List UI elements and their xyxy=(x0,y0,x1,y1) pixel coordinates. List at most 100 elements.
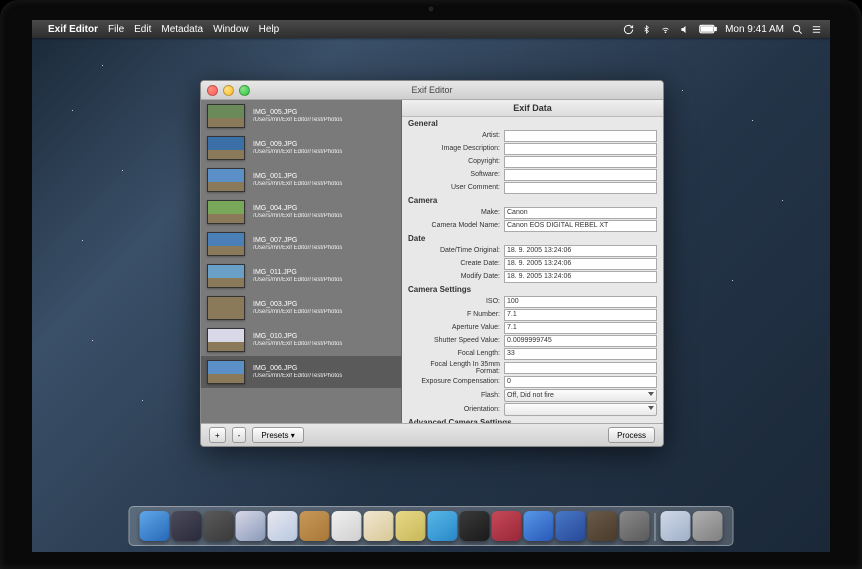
file-row[interactable]: IMG_006.JPG/Users/mn/Exif Editor/Test/Ph… xyxy=(201,356,401,388)
input-dt-original[interactable]: 18. 9. 2005 13:24:06 xyxy=(504,245,657,257)
zoom-button[interactable] xyxy=(239,85,250,96)
input-user-comment[interactable] xyxy=(504,182,657,194)
file-path: /Users/mn/Exif Editor/Test/Photos xyxy=(253,277,342,285)
file-sidebar[interactable]: IMG_005.JPG/Users/mn/Exif Editor/Test/Ph… xyxy=(201,100,402,423)
input-make[interactable]: Canon xyxy=(504,207,657,219)
input-iso[interactable]: 100 xyxy=(504,296,657,308)
file-row[interactable]: IMG_003.JPG/Users/mn/Exif Editor/Test/Ph… xyxy=(201,292,401,324)
dock-messages-icon[interactable] xyxy=(428,511,458,541)
input-create-date[interactable]: 18. 9. 2005 13:24:06 xyxy=(504,258,657,270)
file-info: IMG_005.JPG/Users/mn/Exif Editor/Test/Ph… xyxy=(253,108,342,125)
dock-safari-icon[interactable] xyxy=(236,511,266,541)
file-info: IMG_010.JPG/Users/mn/Exif Editor/Test/Ph… xyxy=(253,332,342,349)
dock-launchpad-icon[interactable] xyxy=(172,511,202,541)
input-aperture[interactable]: 7.1 xyxy=(504,322,657,334)
desktop[interactable]: Exif Editor File Edit Metadata Window He… xyxy=(32,20,830,552)
file-info: IMG_007.JPG/Users/mn/Exif Editor/Test/Ph… xyxy=(253,236,342,253)
file-row[interactable]: IMG_011.JPG/Users/mn/Exif Editor/Test/Ph… xyxy=(201,260,401,292)
file-row[interactable]: IMG_004.JPG/Users/mn/Exif Editor/Test/Ph… xyxy=(201,196,401,228)
dock-iphoto-icon[interactable] xyxy=(588,511,618,541)
dock-notes-icon[interactable] xyxy=(396,511,426,541)
menu-metadata[interactable]: Metadata xyxy=(161,24,203,35)
input-image-desc[interactable] xyxy=(504,143,657,155)
input-focal35[interactable] xyxy=(504,362,657,374)
dock-calendar-icon[interactable] xyxy=(332,511,362,541)
wifi-icon[interactable] xyxy=(659,24,672,34)
label-dt-original: Date/Time Original: xyxy=(408,247,500,254)
file-info: IMG_006.JPG/Users/mn/Exif Editor/Test/Ph… xyxy=(253,364,342,381)
file-thumbnail xyxy=(207,168,245,192)
input-copyright[interactable] xyxy=(504,156,657,168)
file-name: IMG_011.JPG xyxy=(253,268,342,277)
laptop-frame: Exif Editor File Edit Metadata Window He… xyxy=(0,0,862,569)
exif-detail-panel[interactable]: Exif Data General Artist: Image Descript… xyxy=(402,100,663,423)
file-name: IMG_010.JPG xyxy=(253,332,342,341)
menubar-clock[interactable]: Mon 9:41 AM xyxy=(725,24,784,35)
app-menu: Exif Editor File Edit Metadata Window He… xyxy=(48,24,279,35)
presets-button[interactable]: Presets ▾ xyxy=(252,427,303,443)
label-make: Make: xyxy=(408,209,500,216)
notification-center-icon[interactable] xyxy=(811,24,822,35)
titlebar[interactable]: Exif Editor xyxy=(201,81,663,100)
menu-file[interactable]: File xyxy=(108,24,124,35)
dock-trash-icon[interactable] xyxy=(693,511,723,541)
sync-icon[interactable] xyxy=(623,24,634,35)
select-flash[interactable]: Off, Did not fire xyxy=(504,389,657,402)
laptop-camera xyxy=(427,5,435,13)
dock-downloads-icon[interactable] xyxy=(661,511,691,541)
select-orientation[interactable] xyxy=(504,403,657,416)
volume-icon[interactable] xyxy=(680,24,691,35)
window-footer: + - Presets ▾ Process xyxy=(201,423,663,446)
battery-icon[interactable] xyxy=(699,24,717,34)
file-row[interactable]: IMG_005.JPG/Users/mn/Exif Editor/Test/Ph… xyxy=(201,100,401,132)
input-shutter[interactable]: 0.0099999745 xyxy=(504,335,657,347)
dock-reminders-icon[interactable] xyxy=(364,511,394,541)
dock-itunes-icon[interactable] xyxy=(524,511,554,541)
dock-photo-booth-icon[interactable] xyxy=(492,511,522,541)
file-row[interactable]: IMG_009.JPG/Users/mn/Exif Editor/Test/Ph… xyxy=(201,132,401,164)
file-thumbnail xyxy=(207,360,245,384)
menubar: Exif Editor File Edit Metadata Window He… xyxy=(32,20,830,38)
dock-contacts-icon[interactable] xyxy=(300,511,330,541)
add-button[interactable]: + xyxy=(209,427,226,443)
file-path: /Users/mn/Exif Editor/Test/Photos xyxy=(253,245,342,253)
label-copyright: Copyright: xyxy=(408,158,500,165)
dock-finder-icon[interactable] xyxy=(140,511,170,541)
bluetooth-icon[interactable] xyxy=(642,24,651,35)
file-thumbnail xyxy=(207,232,245,256)
close-button[interactable] xyxy=(207,85,218,96)
input-model[interactable]: Canon EOS DIGITAL REBEL XT xyxy=(504,220,657,232)
spotlight-icon[interactable] xyxy=(792,24,803,35)
menu-edit[interactable]: Edit xyxy=(134,24,151,35)
process-button[interactable]: Process xyxy=(608,427,655,443)
label-model: Camera Model Name: xyxy=(408,222,500,229)
section-advanced: Advanced Camera Settings xyxy=(402,416,663,423)
input-fnumber[interactable]: 7.1 xyxy=(504,309,657,321)
label-fnumber: F Number: xyxy=(408,311,500,318)
file-row[interactable]: IMG_001.JPG/Users/mn/Exif Editor/Test/Ph… xyxy=(201,164,401,196)
menu-help[interactable]: Help xyxy=(259,24,280,35)
file-name: IMG_001.JPG xyxy=(253,172,342,181)
label-shutter: Shutter Speed Value: xyxy=(408,337,500,344)
file-row[interactable]: IMG_010.JPG/Users/mn/Exif Editor/Test/Ph… xyxy=(201,324,401,356)
dock-mission-control-icon[interactable] xyxy=(204,511,234,541)
minimize-button[interactable] xyxy=(223,85,234,96)
file-row[interactable]: IMG_007.JPG/Users/mn/Exif Editor/Test/Ph… xyxy=(201,228,401,260)
menu-app-name[interactable]: Exif Editor xyxy=(48,24,98,35)
dock-preferences-icon[interactable] xyxy=(620,511,650,541)
input-software[interactable] xyxy=(504,169,657,181)
input-modify-date[interactable]: 18. 9. 2005 13:24:06 xyxy=(504,271,657,283)
dock-facetime-icon[interactable] xyxy=(460,511,490,541)
menu-window[interactable]: Window xyxy=(213,24,249,35)
remove-button[interactable]: - xyxy=(232,427,247,443)
file-info: IMG_009.JPG/Users/mn/Exif Editor/Test/Ph… xyxy=(253,140,342,157)
input-focal[interactable]: 33 xyxy=(504,348,657,360)
file-thumbnail xyxy=(207,136,245,160)
label-focal: Focal Length: xyxy=(408,350,500,357)
window-title: Exif Editor xyxy=(411,85,452,95)
dock-mail-icon[interactable] xyxy=(268,511,298,541)
dock-app-store-icon[interactable] xyxy=(556,511,586,541)
input-exp-comp[interactable]: 0 xyxy=(504,376,657,388)
input-artist[interactable] xyxy=(504,130,657,142)
dock xyxy=(129,506,734,546)
